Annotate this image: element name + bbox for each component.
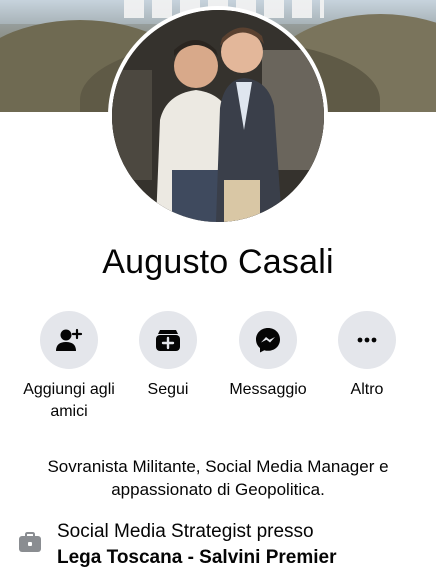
follow-button[interactable]: Segui — [118, 311, 218, 401]
message-label: Messaggio — [229, 381, 307, 398]
add-friend-button[interactable]: Aggiungi agli amici — [19, 311, 119, 423]
more-button[interactable]: Altro — [317, 311, 417, 401]
profile-bio: Sovranista Militante, Social Media Manag… — [47, 457, 389, 499]
add-friend-label: Aggiungi agli amici — [23, 381, 115, 420]
messenger-icon — [256, 328, 280, 353]
profile-photo — [112, 10, 324, 222]
add-friend-icon — [56, 328, 83, 351]
more-label: Altro — [350, 381, 384, 398]
follow-circle[interactable] — [139, 311, 197, 369]
message-circle[interactable] — [239, 311, 297, 369]
work-company-link[interactable]: Lega Toscana - Salvini Premier — [57, 546, 336, 570]
more-icon — [357, 337, 377, 343]
work-title: Social Media Strategist presso — [57, 521, 314, 542]
profile-name: Augusto Casali — [102, 243, 334, 281]
work-info: Social Media Strategist presso Lega Tosc… — [18, 518, 428, 572]
profile-photo-illustration — [112, 10, 324, 222]
briefcase-icon — [19, 532, 41, 552]
follow-label: Segui — [147, 381, 189, 398]
add-friend-circle[interactable] — [40, 311, 98, 369]
profile-actions: Aggiungi agli amici Segui Messaggio Altr… — [0, 311, 436, 431]
follow-icon — [156, 330, 180, 351]
more-circle[interactable] — [338, 311, 396, 369]
profile-picture[interactable] — [108, 6, 328, 226]
message-button[interactable]: Messaggio — [218, 311, 318, 401]
